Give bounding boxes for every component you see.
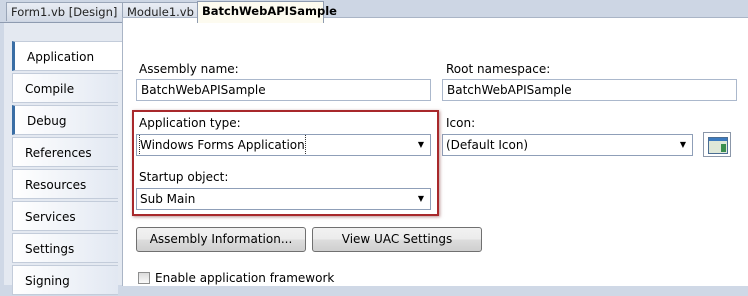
- chevron-down-icon[interactable]: ▼: [674, 135, 692, 155]
- sidebar-item-services[interactable]: Services: [12, 201, 118, 231]
- window-icon: [703, 132, 731, 157]
- startup-object-label: Startup object:: [139, 170, 229, 184]
- sidebar-item-debug[interactable]: Debug: [12, 105, 118, 135]
- startup-object-value: Sub Main: [140, 192, 196, 206]
- application-type-label: Application type:: [139, 116, 241, 130]
- view-uac-settings-button[interactable]: View UAC Settings: [312, 227, 482, 252]
- root-namespace-label: Root namespace:: [446, 62, 551, 76]
- assembly-name-label: Assembly name:: [139, 62, 239, 76]
- assembly-information-button[interactable]: Assembly Information...: [136, 227, 306, 252]
- assembly-name-field[interactable]: BatchWebAPISample: [136, 79, 431, 101]
- icon-label: Icon:: [446, 116, 476, 130]
- startup-object-select[interactable]: Sub Main ▼: [136, 188, 431, 210]
- tab-form1-design[interactable]: Form1.vb [Design]: [6, 2, 123, 21]
- sidebar-item-signing[interactable]: Signing: [12, 265, 118, 295]
- enable-framework-label[interactable]: Enable application framework: [155, 271, 334, 285]
- sidebar-item-references[interactable]: References: [12, 137, 118, 167]
- sidebar-item-application[interactable]: Application: [12, 41, 122, 71]
- sidebar-item-resources[interactable]: Resources: [12, 169, 118, 199]
- root-namespace-field[interactable]: BatchWebAPISample: [442, 79, 737, 101]
- application-type-select[interactable]: Windows Forms Application ▼: [136, 134, 431, 156]
- sidebar-item-compile[interactable]: Compile: [12, 73, 118, 103]
- icon-select[interactable]: (Default Icon) ▼: [442, 134, 693, 156]
- enable-framework-checkbox[interactable]: [138, 272, 150, 284]
- tab-batchwebapisample[interactable]: BatchWebAPISample: [197, 1, 337, 23]
- chevron-down-icon[interactable]: ▼: [412, 189, 430, 209]
- icon-select-value: (Default Icon): [446, 138, 529, 152]
- sidebar-item-settings[interactable]: Settings: [12, 233, 118, 263]
- chevron-down-icon[interactable]: ▼: [412, 135, 430, 155]
- application-type-value: Windows Forms Application: [139, 135, 306, 155]
